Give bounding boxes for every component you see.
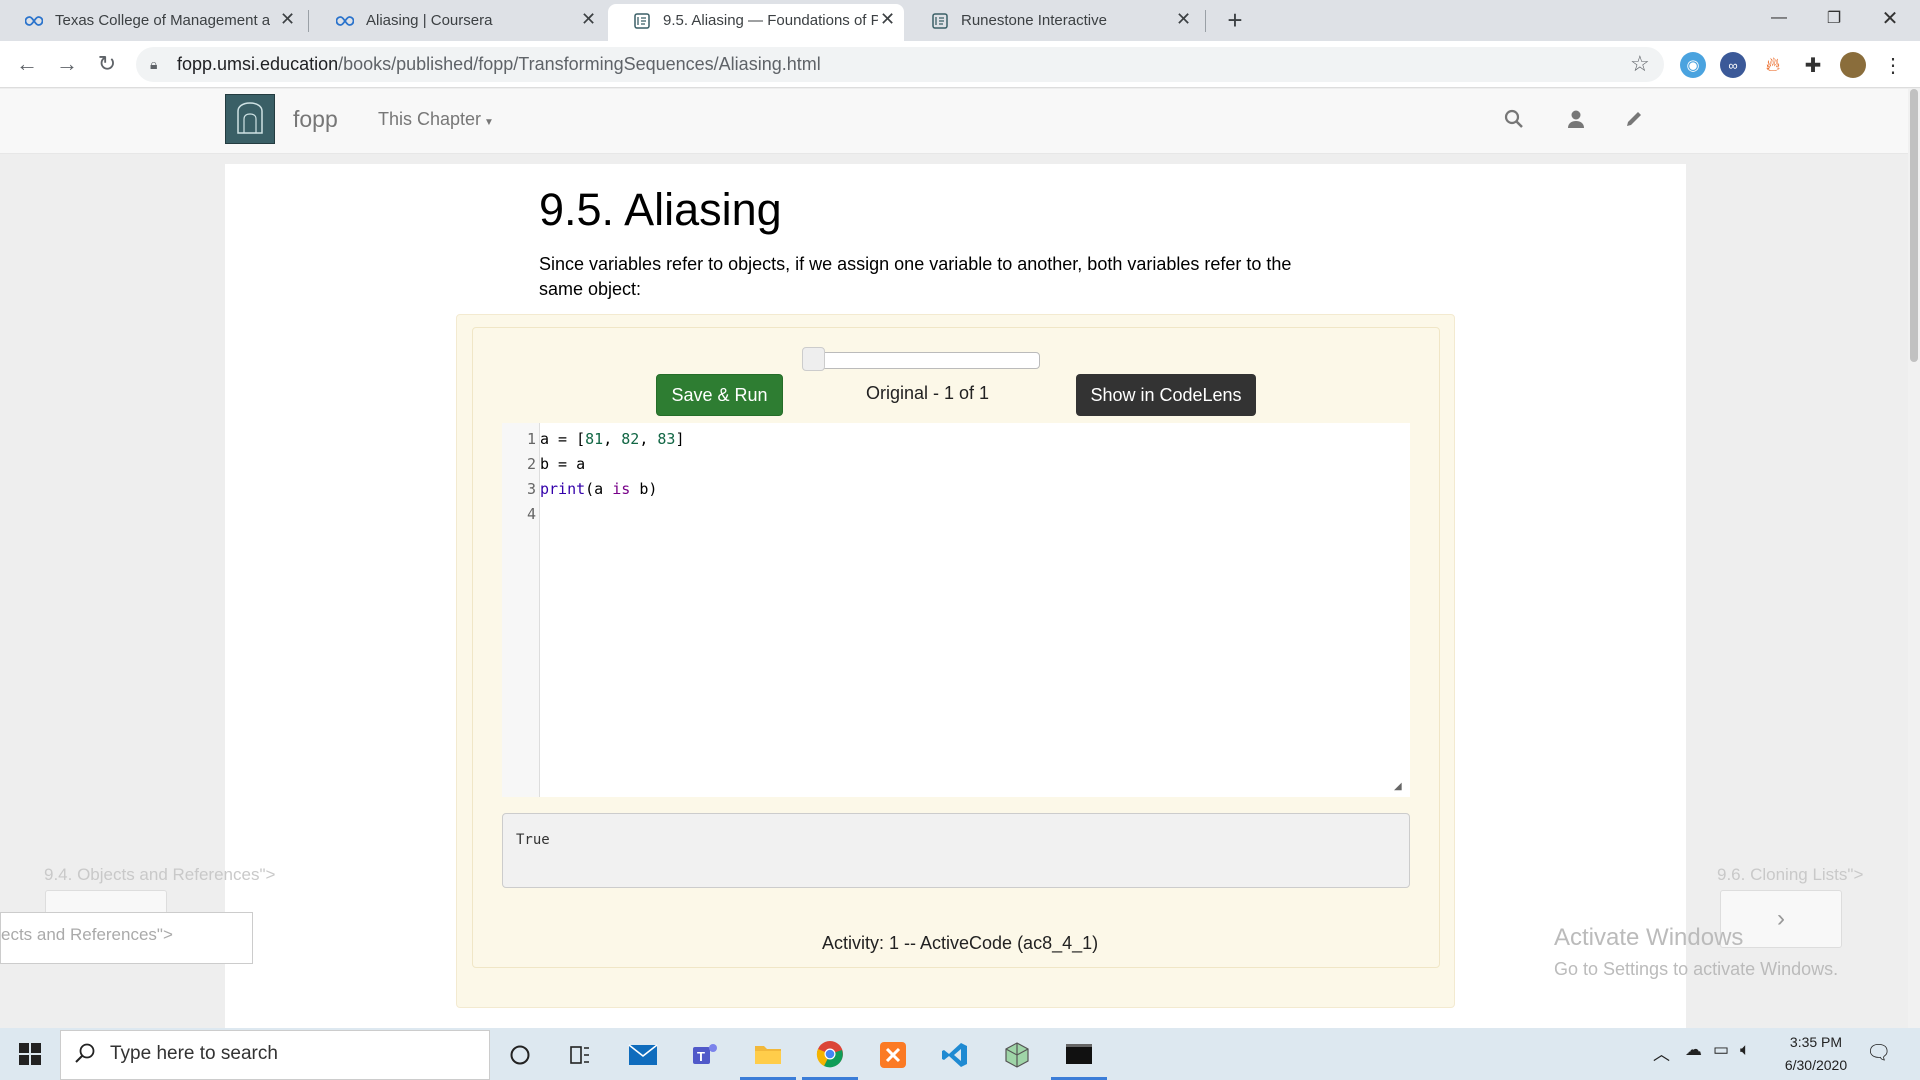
code-line[interactable]: b = a <box>540 455 585 473</box>
code-line[interactable]: a = [81, 82, 83] <box>540 430 685 448</box>
menu-kebab-icon[interactable]: ⋮ <box>1880 52 1906 78</box>
taskbar-time[interactable]: 3:35 PM <box>1786 1034 1846 1050</box>
page-title: 9.5. Aliasing <box>539 184 782 235</box>
bookmark-star-icon[interactable]: ☆ <box>1630 51 1650 77</box>
notifications-icon[interactable]: 🗨︎ <box>1866 1040 1891 1065</box>
code-line[interactable]: print(a is b) <box>540 480 657 498</box>
line-number: 2 <box>526 455 536 473</box>
taskbar-date[interactable]: 6/30/2020 <box>1778 1057 1854 1073</box>
line-number: 3 <box>526 480 536 498</box>
activate-windows-subtitle: Go to Settings to activate Windows. <box>1554 959 1839 979</box>
terminal-icon[interactable] <box>1051 1030 1107 1080</box>
code-line-text: print(a is b) <box>540 480 658 498</box>
restore-icon[interactable]: ❐ <box>1806 0 1862 36</box>
caret-down-icon: ▼ <box>484 117 494 128</box>
site-logo[interactable] <box>225 94 275 144</box>
teams-icon[interactable]: T <box>677 1030 733 1080</box>
runestone-book-icon <box>931 12 949 30</box>
chapter-menu[interactable]: This Chapter ▼ <box>378 109 494 130</box>
history-slider[interactable] <box>802 352 1040 369</box>
coursera-infinity-icon <box>336 12 354 30</box>
extension-grammar-icon[interactable]: ◉ <box>1680 52 1706 78</box>
vscode-icon[interactable] <box>927 1030 983 1080</box>
coursera-infinity-icon <box>25 12 43 30</box>
tab-title: Runestone Interactive <box>961 12 1107 29</box>
window-close-icon[interactable]: ✕ <box>1862 0 1918 36</box>
code-line-text: b = a <box>540 455 586 473</box>
url-text[interactable]: fopp.umsi.education/books/published/fopp… <box>177 54 821 75</box>
tab-runestone-interactive[interactable]: Runestone Interactive ✕ <box>906 0 1204 41</box>
forward-arrow-icon[interactable]: → <box>52 49 82 79</box>
new-tab-icon[interactable]: + <box>1220 4 1250 36</box>
version-label: Original - 1 of 1 <box>866 383 990 403</box>
url-path: /books/published/fopp/TransformingSequen… <box>338 54 821 74</box>
tab-texas-college[interactable]: Texas College of Management an ✕ <box>0 0 305 41</box>
tab-aliasing-runestone[interactable]: 9.5. Aliasing — Foundations of Py ✕ <box>608 4 904 41</box>
xampp-icon[interactable] <box>865 1030 921 1080</box>
close-tab-icon[interactable]: ✕ <box>280 9 295 30</box>
volume-icon[interactable]: 🔈︎ <box>1740 1040 1750 1060</box>
user-icon[interactable] <box>1563 106 1589 132</box>
activate-windows-title: Activate Windows <box>1554 924 1744 951</box>
extension-fire-icon[interactable]: 🔥︎ <box>1760 52 1786 78</box>
taskbar-search-icon <box>74 1042 96 1070</box>
onedrive-icon[interactable]: ☁︎ <box>1685 1040 1702 1060</box>
chrome-icon[interactable] <box>802 1030 858 1080</box>
chevron-right-icon: › <box>1777 905 1785 932</box>
tray-chevron-up-icon[interactable]: ︿ <box>1653 1040 1670 1065</box>
pencil-icon[interactable] <box>1621 106 1647 132</box>
lock-icon: 🔒︎ <box>150 56 158 72</box>
file-explorer-icon[interactable] <box>740 1030 796 1080</box>
runestone-book-icon <box>633 12 651 30</box>
prev-page-tooltip: ects and References"> <box>0 912 253 964</box>
svg-text:T: T <box>697 1049 705 1064</box>
next-page-label[interactable]: 9.6. Cloning Lists"> <box>1717 865 1863 885</box>
prev-page-label[interactable]: 9.4. Objects and References"> <box>44 865 275 885</box>
battery-icon[interactable]: ▭ <box>1713 1040 1729 1060</box>
tab-title: Texas College of Management an <box>55 12 270 29</box>
cube-app-icon[interactable] <box>989 1030 1045 1080</box>
cortana-icon[interactable] <box>492 1030 548 1080</box>
code-line-text: a = [81, 82, 83] <box>540 430 685 448</box>
line-number: 4 <box>526 505 536 523</box>
show-codelens-button[interactable]: Show in CodeLens <box>1076 374 1256 416</box>
url-domain: fopp.umsi.education <box>177 54 339 74</box>
save-run-button[interactable]: Save & Run <box>656 374 783 416</box>
close-tab-icon[interactable]: ✕ <box>581 9 596 30</box>
prev-page-tooltip-text: ects and References"> <box>1 925 173 944</box>
task-view-icon[interactable] <box>552 1030 608 1080</box>
activity-label: Activity: 1 -- ActiveCode (ac8_4_1) <box>822 933 1099 953</box>
page-scrollbar-thumb[interactable] <box>1910 89 1918 362</box>
minimize-icon[interactable]: — <box>1751 0 1807 36</box>
resize-handle-icon[interactable]: ◢ <box>1394 781 1402 792</box>
tab-aliasing-coursera[interactable]: Aliasing | Coursera ✕ <box>311 0 607 41</box>
history-slider-handle[interactable] <box>802 347 825 371</box>
tab-title: Aliasing | Coursera <box>366 12 493 29</box>
back-arrow-icon[interactable]: ← <box>12 49 42 79</box>
extensions-puzzle-icon[interactable]: ✚ <box>1800 52 1826 78</box>
reload-icon[interactable]: ↻ <box>92 49 122 79</box>
output-panel <box>502 813 1410 888</box>
site-brand[interactable]: fopp <box>293 106 338 133</box>
mail-icon[interactable] <box>615 1030 671 1080</box>
intro-paragraph: Since variables refer to objects, if we … <box>539 254 1292 299</box>
close-tab-icon[interactable]: ✕ <box>880 9 895 30</box>
output-text: True <box>516 832 550 848</box>
windows-start-icon[interactable] <box>0 1028 60 1080</box>
tab-title: 9.5. Aliasing — Foundations of Py <box>663 12 878 29</box>
line-number: 1 <box>526 430 536 448</box>
profile-avatar[interactable] <box>1840 52 1866 78</box>
extension-glasses-icon[interactable]: ∞ <box>1720 52 1746 78</box>
chapter-menu-label: This Chapter <box>378 109 482 129</box>
close-tab-icon[interactable]: ✕ <box>1176 9 1191 30</box>
search-icon[interactable] <box>1501 106 1527 132</box>
taskbar-search-placeholder[interactable]: Type here to search <box>110 1043 278 1065</box>
